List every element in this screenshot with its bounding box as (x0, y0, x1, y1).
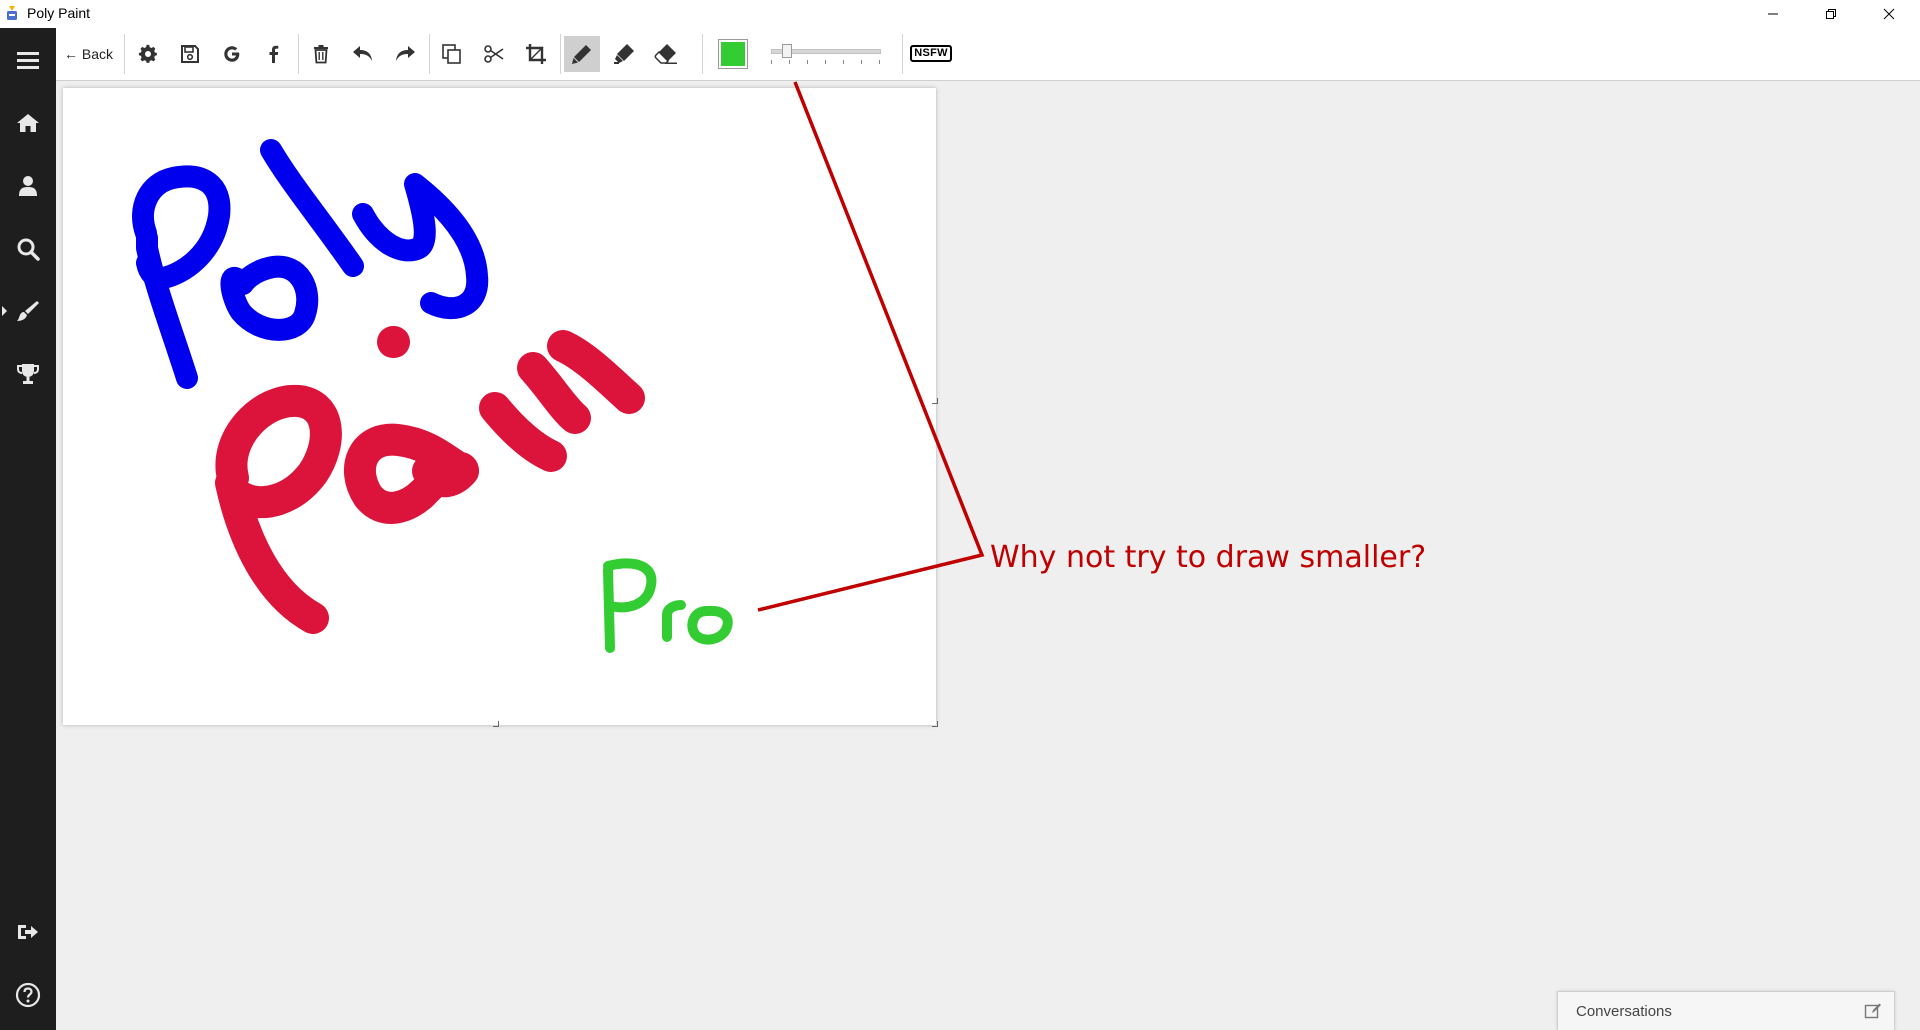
poly-stroke (132, 139, 489, 389)
help-icon (15, 982, 41, 1008)
drawing-canvas[interactable] (63, 88, 938, 727)
sidebar-item-logout[interactable] (0, 910, 56, 954)
crop-button[interactable] (518, 36, 554, 72)
close-icon (1883, 8, 1895, 20)
trash-icon (314, 45, 328, 64)
duplicate-button[interactable] (434, 36, 470, 72)
sidebar (0, 28, 56, 1030)
sidebar-item-help[interactable] (0, 973, 56, 1017)
window-title: Poly Paint (27, 5, 91, 21)
canvas-resize-handle-corner[interactable] (932, 721, 938, 727)
settings-button[interactable] (130, 36, 166, 72)
scissors-icon (484, 45, 504, 63)
hamburger-icon (17, 52, 39, 69)
user-icon (19, 176, 37, 196)
eraser-tool-button[interactable] (648, 36, 684, 72)
google-icon (224, 46, 240, 62)
redo-button[interactable] (387, 36, 423, 72)
google-share-button[interactable] (214, 36, 250, 72)
delete-button[interactable] (303, 36, 339, 72)
toolbar-divider (429, 34, 430, 74)
brush-icon (17, 301, 39, 321)
minimize-icon (1768, 13, 1778, 15)
edit-icon[interactable] (1864, 1002, 1882, 1020)
facebook-share-button[interactable] (256, 36, 292, 72)
close-button[interactable] (1860, 0, 1918, 28)
marker-icon (614, 44, 634, 64)
slider-tick (789, 60, 790, 64)
cut-button[interactable] (476, 36, 512, 72)
home-icon (17, 114, 39, 132)
canvas-drawing (132, 139, 733, 653)
canvas-resize-handle-right[interactable] (932, 398, 938, 404)
sign-out-icon (18, 925, 38, 939)
toolbar-divider (298, 34, 299, 74)
annotation-text: Why not try to draw smaller? (990, 540, 1427, 575)
active-indicator (2, 306, 7, 316)
marker-tool-button[interactable] (606, 36, 642, 72)
restore-button[interactable] (1802, 0, 1860, 28)
slider-tick (843, 60, 844, 64)
slider-thumb[interactable] (782, 44, 793, 58)
sidebar-item-profile[interactable] (0, 164, 56, 208)
save-button[interactable] (172, 36, 208, 72)
facebook-icon (269, 45, 279, 63)
slider-tick (861, 60, 862, 64)
eraser-icon (654, 44, 677, 64)
title-bar: Poly Paint (0, 0, 1920, 28)
toolbar: ← Back NSFW (56, 28, 1920, 81)
redo-icon (396, 46, 415, 61)
sidebar-item-achievements[interactable] (0, 352, 56, 396)
toolbar-divider (124, 34, 125, 74)
restore-icon (1826, 9, 1836, 19)
crop-icon (526, 44, 546, 64)
slider-tick (879, 60, 880, 64)
slider-tick (771, 60, 772, 64)
canvas-resize-handle-bottom[interactable] (493, 721, 499, 727)
nsfw-toggle[interactable]: NSFW (908, 43, 954, 64)
trophy-icon (17, 364, 39, 384)
save-icon (181, 45, 199, 63)
paint-stroke (215, 326, 645, 634)
toolbar-divider (902, 34, 903, 74)
gear-icon (138, 44, 157, 63)
current-color-swatch[interactable] (718, 39, 748, 69)
sidebar-item-paint[interactable] (0, 289, 56, 333)
sidebar-item-search[interactable] (0, 227, 56, 271)
pencil-icon (572, 45, 591, 64)
toolbar-divider (560, 34, 561, 74)
minimize-button[interactable] (1744, 0, 1802, 28)
color-swatch-fill (721, 42, 745, 66)
toolbar-divider (702, 34, 703, 74)
conversations-panel[interactable]: Conversations (1557, 991, 1895, 1030)
sidebar-item-home[interactable] (0, 101, 56, 145)
app-logo-icon (7, 6, 17, 20)
undo-icon (353, 46, 372, 61)
slider-tick (825, 60, 826, 64)
sidebar-item-menu[interactable] (0, 38, 56, 82)
brush-size-slider[interactable] (766, 44, 886, 66)
copy-icon (442, 44, 461, 64)
pro-stroke (603, 558, 733, 653)
undo-button[interactable] (345, 36, 381, 72)
slider-tick (807, 60, 808, 64)
search-icon (17, 238, 40, 261)
pencil-tool-button[interactable] (564, 36, 600, 72)
conversations-label: Conversations (1576, 1003, 1672, 1020)
nsfw-label: NSFW (910, 45, 952, 62)
back-button[interactable]: ← Back (64, 36, 113, 72)
